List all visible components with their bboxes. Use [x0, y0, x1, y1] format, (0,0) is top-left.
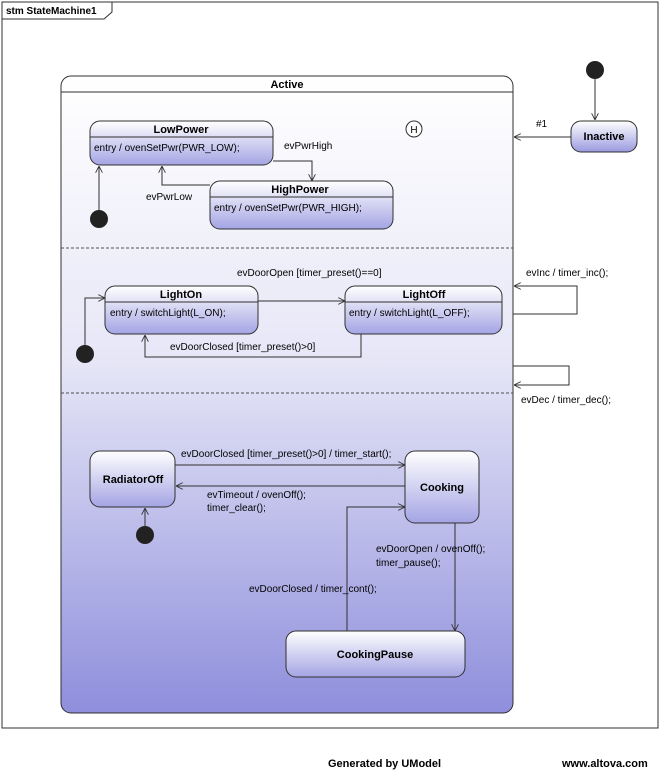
- state-active[interactable]: Active: [60, 75, 514, 714]
- state-high-power[interactable]: HighPower entry / ovenSetPwr(PWR_HIGH);: [209, 180, 394, 230]
- state-light-on-name: LightOn: [160, 289, 202, 301]
- initial-pseudostate[interactable]: [76, 345, 94, 363]
- state-light-on[interactable]: LightOn entry / switchLight(L_ON);: [104, 285, 259, 335]
- state-light-on-entry: entry / switchLight(L_ON);: [110, 308, 226, 319]
- state-high-power-entry: entry / ovenSetPwr(PWR_HIGH);: [214, 203, 362, 214]
- initial-pseudostate[interactable]: [136, 526, 154, 544]
- frame-title: stm StateMachine1: [6, 6, 97, 17]
- state-inactive[interactable]: Inactive: [570, 120, 638, 153]
- transition-door-closed-start-label: evDoorClosed [timer_preset()>0] / timer_…: [181, 449, 391, 460]
- history-pseudostate[interactable]: H: [405, 120, 423, 138]
- state-light-off-entry: entry / switchLight(L_OFF);: [349, 308, 470, 319]
- state-light-off[interactable]: LightOff entry / switchLight(L_OFF);: [344, 285, 503, 335]
- footer-site[interactable]: www.altova.com: [561, 758, 648, 770]
- state-low-power-entry: entry / ovenSetPwr(PWR_LOW);: [94, 143, 240, 154]
- state-light-off-name: LightOff: [403, 289, 446, 301]
- initial-pseudostate-top[interactable]: [586, 61, 604, 79]
- state-radiator-off[interactable]: RadiatorOff: [89, 450, 176, 508]
- state-cooking-pause-name: CookingPause: [337, 649, 413, 661]
- state-low-power-name: LowPower: [153, 124, 209, 136]
- state-cooking-pause[interactable]: CookingPause: [285, 630, 466, 678]
- transition-timeout-label-2: timer_clear();: [207, 503, 266, 514]
- transition-ev-inc-label: evInc / timer_inc();: [526, 268, 608, 279]
- state-cooking[interactable]: Cooking: [404, 450, 480, 524]
- state-inactive-name: Inactive: [584, 131, 625, 143]
- footer-generated: Generated by UModel: [328, 758, 441, 770]
- transition-door-open-pause-label-1: evDoorOpen / ovenOff();: [376, 544, 485, 555]
- transition-ev-pwr-high-label: evPwrHigh: [284, 141, 332, 152]
- state-radiator-off-name: RadiatorOff: [103, 474, 164, 486]
- transition-ev-pwr-low-label: evPwrLow: [146, 192, 193, 203]
- transition-ev-dec-label: evDec / timer_dec();: [521, 395, 611, 406]
- transition-door-closed-cont-label: evDoorClosed / timer_cont();: [249, 584, 377, 595]
- transition-door-closed-light-label: evDoorClosed [timer_preset()>0]: [170, 342, 316, 353]
- state-high-power-name: HighPower: [271, 184, 329, 196]
- state-active-name: Active: [270, 79, 303, 91]
- history-label: H: [410, 125, 417, 136]
- state-low-power[interactable]: LowPower entry / ovenSetPwr(PWR_LOW);: [89, 120, 274, 166]
- state-machine-diagram: stm StateMachine1 Active H LowPower entr…: [1, 1, 659, 770]
- transition-inactive-to-active-label: #1: [536, 119, 548, 130]
- transition-door-open-pause-label-2: timer_pause();: [376, 558, 440, 569]
- transition-door-open-light-label: evDoorOpen [timer_preset()==0]: [237, 268, 382, 279]
- initial-pseudostate[interactable]: [90, 210, 108, 228]
- state-cooking-name: Cooking: [420, 482, 464, 494]
- transition-timeout-label-1: evTimeout / ovenOff();: [207, 490, 306, 501]
